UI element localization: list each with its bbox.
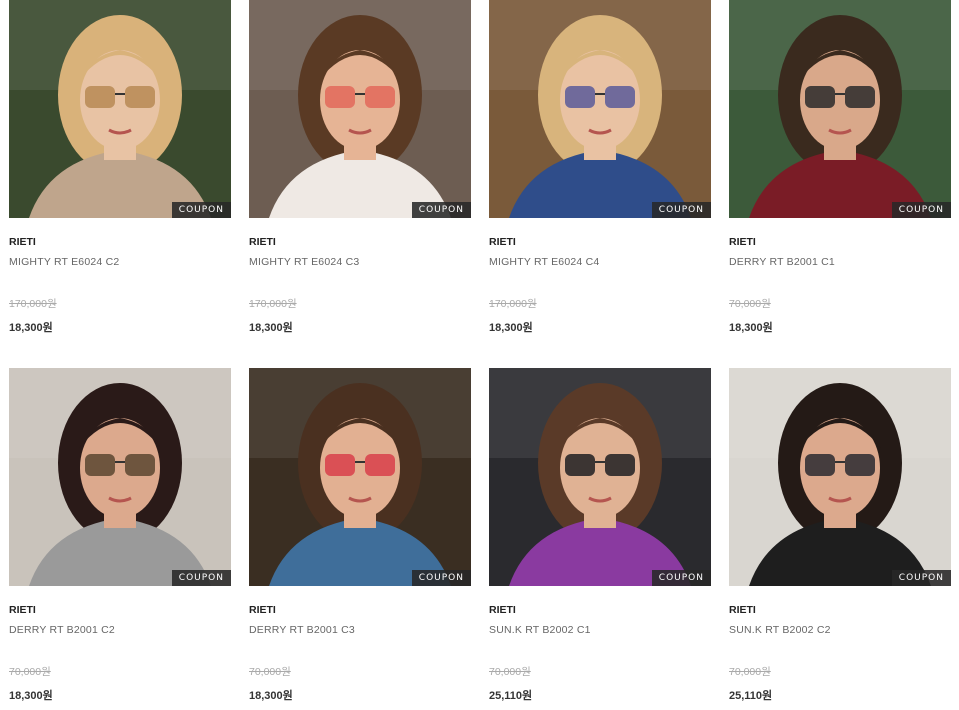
product-thumbnail[interactable]: COUPON [9,368,231,586]
sale-price: 18,300원 [9,322,53,334]
product-thumbnail[interactable]: COUPON [9,0,231,218]
original-price: 70,000원 [729,298,771,310]
product-card[interactable]: COUPON RIETI DERRY RT B2001 C3 70,000원 1… [249,368,471,703]
product-grid: COUPON RIETI MIGHTY RT E6024 C2 170,000원… [0,0,959,710]
sale-price: 18,300원 [249,322,293,334]
product-model[interactable]: SUN.K RT B2002 C2 [729,624,951,636]
coupon-badge: COUPON [891,570,951,586]
product-thumbnail[interactable]: COUPON [489,0,711,218]
coupon-badge: COUPON [651,202,711,218]
product-brand[interactable]: RIETI [9,236,231,248]
product-brand[interactable]: RIETI [729,236,951,248]
original-price: 170,000원 [9,298,57,310]
product-brand[interactable]: RIETI [249,236,471,248]
coupon-badge: COUPON [411,570,471,586]
original-price: 70,000원 [249,666,291,678]
sale-price: 25,110원 [489,690,533,702]
product-card[interactable]: COUPON RIETI DERRY RT B2001 C1 70,000원 1… [729,0,951,335]
original-price: 170,000원 [489,298,537,310]
coupon-badge: COUPON [171,570,231,586]
original-price: 70,000원 [729,666,771,678]
original-price: 70,000원 [489,666,531,678]
product-card[interactable]: COUPON RIETI MIGHTY RT E6024 C2 170,000원… [9,0,231,335]
coupon-badge: COUPON [651,570,711,586]
product-thumbnail[interactable]: COUPON [729,368,951,586]
product-model[interactable]: DERRY RT B2001 C3 [249,624,471,636]
product-brand[interactable]: RIETI [489,236,711,248]
product-photo [729,0,951,218]
product-model[interactable]: DERRY RT B2001 C2 [9,624,231,636]
product-photo [249,368,471,586]
coupon-badge: COUPON [891,202,951,218]
sale-price: 25,110원 [729,690,773,702]
sale-price: 18,300원 [729,322,773,334]
product-photo [9,368,231,586]
sale-price: 18,300원 [9,690,53,702]
coupon-badge: COUPON [171,202,231,218]
product-thumbnail[interactable]: COUPON [249,368,471,586]
original-price: 70,000원 [9,666,51,678]
product-model[interactable]: DERRY RT B2001 C1 [729,256,951,268]
coupon-badge: COUPON [411,202,471,218]
product-photo [249,0,471,218]
product-photo [729,368,951,586]
product-brand[interactable]: RIETI [729,604,951,616]
product-card[interactable]: COUPON RIETI DERRY RT B2001 C2 70,000원 1… [9,368,231,703]
product-card[interactable]: COUPON RIETI MIGHTY RT E6024 C3 170,000원… [249,0,471,335]
product-thumbnail[interactable]: COUPON [249,0,471,218]
product-model[interactable]: SUN.K RT B2002 C1 [489,624,711,636]
product-model[interactable]: MIGHTY RT E6024 C4 [489,256,711,268]
sale-price: 18,300원 [249,690,293,702]
product-card[interactable]: COUPON RIETI MIGHTY RT E6024 C4 170,000원… [489,0,711,335]
product-photo [489,0,711,218]
product-thumbnail[interactable]: COUPON [729,0,951,218]
product-model[interactable]: MIGHTY RT E6024 C3 [249,256,471,268]
product-model[interactable]: MIGHTY RT E6024 C2 [9,256,231,268]
product-brand[interactable]: RIETI [9,604,231,616]
product-brand[interactable]: RIETI [249,604,471,616]
product-card[interactable]: COUPON RIETI SUN.K RT B2002 C2 70,000원 2… [729,368,951,703]
original-price: 170,000원 [249,298,297,310]
product-card[interactable]: COUPON RIETI SUN.K RT B2002 C1 70,000원 2… [489,368,711,703]
product-thumbnail[interactable]: COUPON [489,368,711,586]
product-photo [9,0,231,218]
product-photo [489,368,711,586]
sale-price: 18,300원 [489,322,533,334]
product-brand[interactable]: RIETI [489,604,711,616]
